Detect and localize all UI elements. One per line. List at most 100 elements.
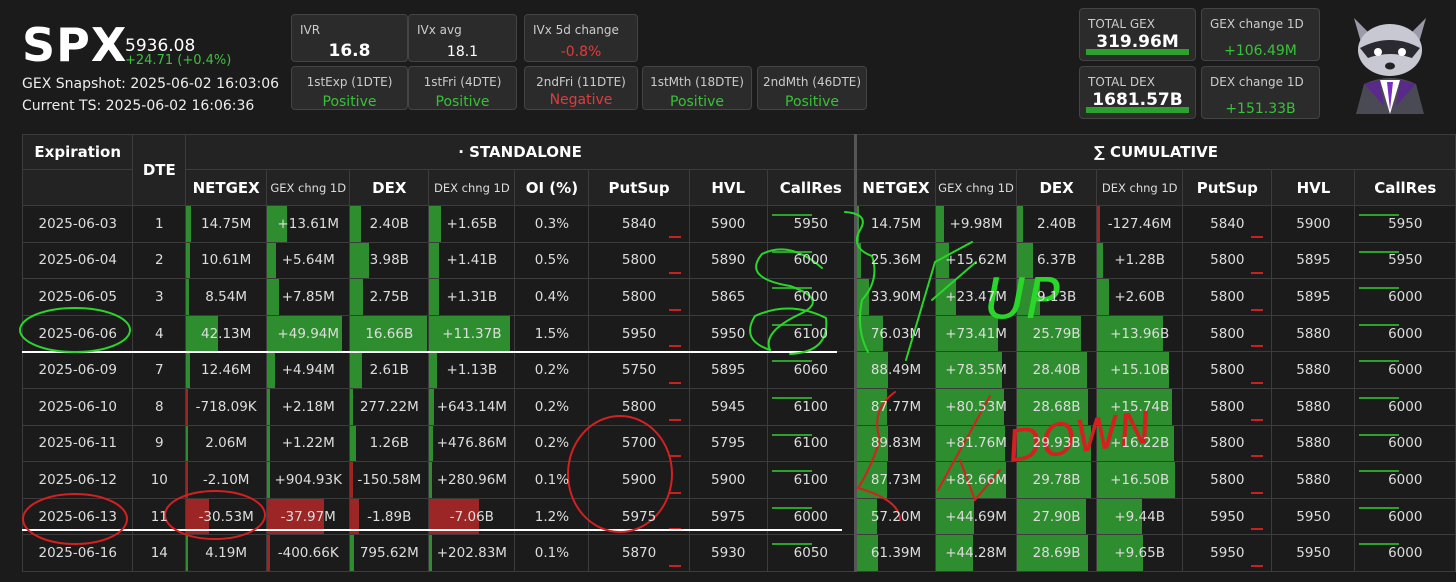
cell-c-hvl: 5880 [1271,387,1356,426]
cell-c-dexchg: +16.50B [1096,461,1184,499]
table-row[interactable]: 2025-06-03 1 14.75M +13.61M 2.40B +1.65B 0.3% 5… [21,205,1456,243]
cell-c-callres: 5950 [1354,241,1456,280]
col-putsup-header[interactable]: PutSup [588,169,690,206]
cell-gexchg: +7.85M [266,278,351,316]
cell-value: -7.06B [449,508,494,525]
cum-col-dex-header[interactable]: DEX [1016,169,1098,206]
col-dex-header[interactable]: DEX [349,169,430,206]
cell-value: 7 [154,362,164,379]
cell-value: +82.66M [945,471,1007,488]
cell-value: 89.83M [870,435,922,452]
cell-oi: 1.5% [514,314,590,353]
cell-c-putsup: 5800 [1182,387,1273,426]
col-dex-chng-1d-header[interactable]: DEX chng 1D [428,169,516,206]
putsup-marker [1251,418,1264,421]
cell-value: 5800 [1210,288,1245,305]
cell-value: 2 [154,252,164,269]
col-dte-header[interactable]: DTE [132,134,187,206]
cell-value: 277.22M [359,398,419,415]
cell-value: +15.74B [1110,398,1170,415]
col-hvl-header[interactable]: HVL [688,169,768,206]
cell-dte: 4 [132,314,187,353]
cell-hvl: 5895 [688,351,768,389]
cum-col-callres-header[interactable]: CallRes [1354,169,1456,206]
col-expiration-sub [21,169,134,206]
value-bar [267,535,270,571]
col-expiration-header[interactable]: Expiration [21,134,134,170]
cell-value: 10 [150,471,168,488]
cum-col-hvl-header[interactable]: HVL [1271,169,1356,206]
value-bar [1097,279,1110,315]
table-row[interactable]: 2025-06-11 9 2.06M +1.22M 1.26B +476.86M 0.2% 5… [21,424,1456,463]
cell-value: +202.83M [436,545,507,562]
cell-c-callres: 6000 [1354,351,1456,389]
ivx-5d-value: -0.8% [560,44,602,60]
cell-c-putsup: 5840 [1182,205,1273,243]
cell-value: 28.68B [1032,398,1081,415]
cell-value: 5880 [1296,362,1331,379]
cell-c-netgex: 87.77M [853,387,937,426]
gex-dashboard: SPX 5936.08 +24.71 (+0.4%) GEX Snapshot:… [0,0,1456,582]
cell-value: 5930 [711,545,746,562]
cell-value: +1.41B [446,252,498,269]
table-row[interactable]: 2025-06-12 10 -2.10M +904.93K -150.58M +280.9… [21,461,1456,499]
table-row[interactable]: 2025-06-09 7 12.46M +4.94M 2.61B +1.13B 0.2% 57… [21,351,1456,389]
cell-c-putsup: 5800 [1182,241,1273,280]
cell-value: 1 [154,215,164,232]
cell-value: 6100 [793,435,829,452]
cell-value: +7.85M [281,288,335,305]
cell-value: 0.1% [534,471,570,488]
cum-col-putsup-header[interactable]: PutSup [1182,169,1273,206]
cell-gexchg: -400.66K [266,534,351,572]
cell-value: 2.75B [369,288,409,305]
cell-c-dexchg: +16.22B [1096,424,1184,463]
cell-value: 6000 [1388,545,1423,562]
putsup-marker [1251,564,1264,567]
value-bar [858,206,860,242]
cell-c-gexchg: +81.76M [935,424,1018,463]
cell-hvl: 5900 [688,461,768,499]
col-gex-chng-1d-header[interactable]: GEX chng 1D [266,169,351,206]
cell-dex: 2.61B [349,351,430,389]
col-oi--header[interactable]: OI (%) [514,169,590,206]
total-dex-bar [1086,107,1189,113]
table-row[interactable]: 2025-06-05 3 8.54M +7.85M 2.75B +1.31B 0.4% 580… [21,278,1456,316]
cell-dex: 2.75B [349,278,430,316]
value-bar [267,389,271,425]
cell-value: 6100 [793,325,829,342]
table-row[interactable]: 2025-06-06 4 42.13M +49.94M 16.66B +11.37B 1.5… [21,314,1456,353]
cell-value: 28.69B [1032,545,1081,562]
cell-c-gexchg: +73.41M [935,314,1018,353]
cum-col-netgex-header[interactable]: NETGEX [853,169,937,206]
cum-col-dex-chng-1d-header[interactable]: DEX chng 1D [1096,169,1184,206]
putsup-marker [1251,308,1264,311]
cell-netgex: -2.10M [185,461,268,499]
col-netgex-header[interactable]: NETGEX [185,169,268,206]
cell-value: 25.36M [870,252,922,269]
cell-netgex: 42.13M [185,314,268,353]
cum-col-gex-chng-1d-header[interactable]: GEX chng 1D [935,169,1018,206]
putsup-marker [668,272,681,275]
cell-netgex: -718.09K [185,387,268,426]
cell-c-putsup: 5800 [1182,278,1273,316]
cell-callres: 6060 [766,351,856,389]
cell-c-callres: 6000 [1354,314,1456,353]
cell-value: 6000 [793,508,829,525]
table-row[interactable]: 2025-06-04 2 10.61M +5.64M 3.98B +1.41B 0.5% 58… [21,241,1456,280]
cell-value: +904.93K [274,471,342,488]
cell-callres: 5950 [766,205,856,243]
cell-value: +13.61M [277,215,340,232]
table-row[interactable]: 2025-06-10 8 -718.09K +2.18M 277.22M +643.14M… [21,387,1456,426]
col-callres-header[interactable]: CallRes [766,169,856,206]
putsup-marker [668,455,681,458]
table-row[interactable]: 2025-06-16 14 4.19M -400.66K 795.62M +202.83M… [21,534,1456,572]
cell-value: 5950 [621,325,657,342]
cell-value: 2025-06-09 [38,362,117,379]
cell-c-callres: 6000 [1354,461,1456,499]
cell-value: 2025-06-16 [38,545,117,562]
cell-value: 87.77M [870,398,922,415]
cell-value: +9.65B [1114,545,1165,562]
putsup-marker [668,345,681,348]
cell-c-netgex: 25.36M [853,241,937,280]
cell-value: 5880 [1296,435,1331,452]
